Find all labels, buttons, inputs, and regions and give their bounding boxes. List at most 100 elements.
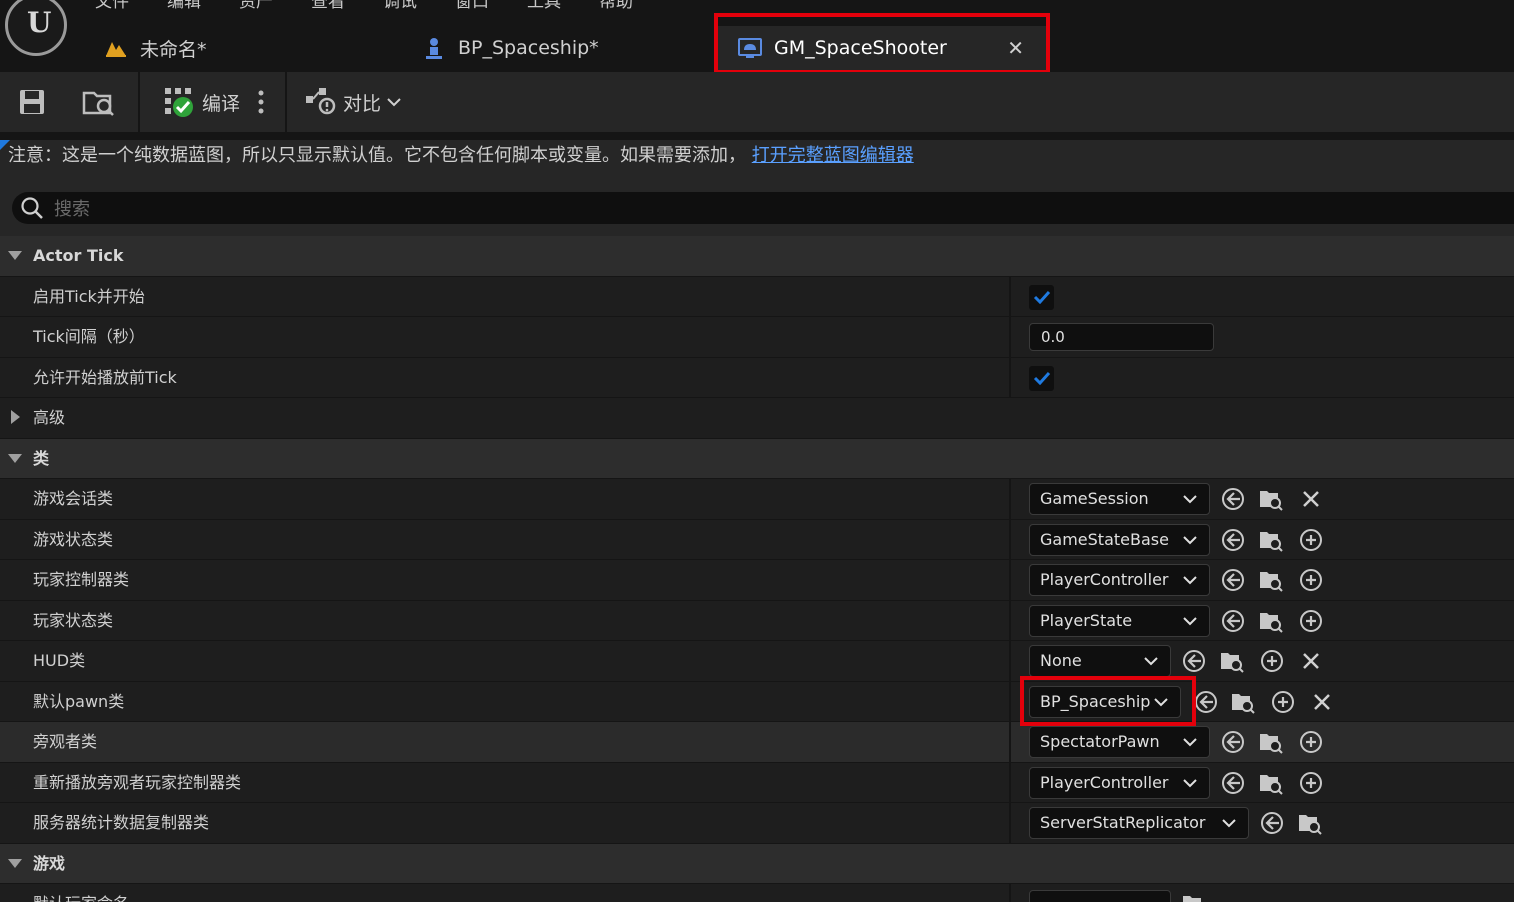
use-selected-icon[interactable] xyxy=(1220,567,1246,593)
browse-asset-icon[interactable] xyxy=(1258,527,1284,553)
use-selected-icon[interactable] xyxy=(1259,810,1285,836)
game-state-combo[interactable]: GameStateBase xyxy=(1029,523,1210,556)
category-actor-tick[interactable]: Actor Tick xyxy=(0,236,1514,277)
add-new-icon[interactable] xyxy=(1298,770,1324,796)
tab-level[interactable]: 未命名* xyxy=(104,26,207,70)
browse-asset-icon[interactable] xyxy=(1258,608,1284,634)
open-full-editor-link[interactable]: 打开完整蓝图编辑器 xyxy=(752,145,914,166)
player-state-combo[interactable]: PlayerState xyxy=(1029,604,1210,637)
menu-help[interactable]: 帮助 xyxy=(599,0,633,12)
tick-interval-input[interactable]: 0.0 xyxy=(1029,323,1214,351)
tab-gm-spaceshooter[interactable]: GM_SpaceShooter ✕ xyxy=(716,26,1046,70)
browse-button[interactable] xyxy=(82,82,116,122)
unreal-logo-icon[interactable]: U xyxy=(5,0,67,56)
column-divider[interactable] xyxy=(1009,317,1011,357)
use-selected-icon[interactable] xyxy=(1193,689,1219,715)
use-selected-icon[interactable] xyxy=(1220,527,1246,553)
browse-asset-icon[interactable] xyxy=(1258,486,1284,512)
property-label: 游戏会话类 xyxy=(33,489,114,508)
category-title: 游戏 xyxy=(33,853,66,873)
spectator-combo[interactable]: SpectatorPawn xyxy=(1029,726,1210,758)
add-new-icon[interactable] xyxy=(1270,689,1296,715)
use-selected-icon[interactable] xyxy=(1220,770,1246,796)
add-new-icon[interactable] xyxy=(1259,648,1285,674)
default-player-name-input[interactable] xyxy=(1029,890,1171,902)
save-button[interactable] xyxy=(18,82,46,122)
property-row-server-stat: 服务器统计数据复制器类 ServerStatReplicator xyxy=(0,803,1514,844)
add-new-icon[interactable] xyxy=(1298,527,1324,553)
menu-file[interactable]: 文件 xyxy=(95,0,129,12)
browse-asset-icon[interactable] xyxy=(1297,810,1323,836)
player-controller-combo[interactable]: PlayerController xyxy=(1029,564,1210,596)
clear-icon[interactable] xyxy=(1298,486,1324,512)
replay-spectator-combo[interactable]: PlayerController xyxy=(1029,766,1210,799)
game-session-combo[interactable]: GameSession xyxy=(1029,483,1210,515)
add-new-icon[interactable] xyxy=(1298,567,1324,593)
property-label: 旁观者类 xyxy=(33,732,98,751)
browse-asset-icon[interactable] xyxy=(1258,770,1284,796)
property-row-player-state: 玩家状态类 PlayerState xyxy=(0,600,1514,641)
chevron-down-icon xyxy=(1183,495,1197,504)
menu-asset[interactable]: 资产 xyxy=(239,0,273,12)
browse-asset-icon[interactable] xyxy=(1219,648,1245,674)
property-row-allow-tick-before-play: 允许开始播放前Tick xyxy=(0,357,1514,398)
expand-caret-icon[interactable] xyxy=(11,410,20,424)
use-selected-icon[interactable] xyxy=(1220,729,1246,755)
subcategory-label: 高级 xyxy=(33,408,66,427)
title-bar: U 文件 编辑 资产 查看 调试 窗口 工具 帮助 未命名* BP_Spaces… xyxy=(0,0,1514,72)
column-divider[interactable] xyxy=(1009,276,1011,316)
toolbar-separator xyxy=(138,72,140,132)
column-divider[interactable] xyxy=(1009,357,1011,397)
browse-asset-icon[interactable] xyxy=(1181,891,1207,902)
default-pawn-combo[interactable]: BP_Spaceship xyxy=(1029,685,1181,718)
tab-bp-spaceship[interactable]: BP_Spaceship* xyxy=(422,26,599,70)
chevron-down-icon xyxy=(1183,576,1197,585)
column-divider[interactable] xyxy=(1009,479,1011,519)
browse-asset-icon[interactable] xyxy=(1258,729,1284,755)
menu-edit[interactable]: 编辑 xyxy=(167,0,201,12)
diff-button[interactable]: 对比 xyxy=(305,82,401,122)
search-input[interactable]: 搜索 xyxy=(12,192,1514,224)
allow-tick-before-play-checkbox[interactable] xyxy=(1029,365,1054,391)
expand-caret-icon[interactable] xyxy=(8,858,22,868)
compile-options-button[interactable] xyxy=(255,82,267,122)
pawn-blueprint-icon xyxy=(422,36,446,60)
column-divider[interactable] xyxy=(1009,519,1011,559)
menu-tools[interactable]: 工具 xyxy=(527,0,561,12)
browse-asset-icon[interactable] xyxy=(1230,689,1256,715)
category-game[interactable]: 游戏 xyxy=(0,843,1514,884)
column-divider[interactable] xyxy=(1009,722,1011,762)
column-divider[interactable] xyxy=(1009,803,1011,843)
hud-combo[interactable]: None xyxy=(1029,645,1171,677)
property-row-replay-spectator: 重新播放旁观者玩家控制器类 PlayerController xyxy=(0,762,1514,803)
column-divider[interactable] xyxy=(1009,560,1011,600)
use-selected-icon[interactable] xyxy=(1220,486,1246,512)
column-divider[interactable] xyxy=(1009,641,1011,681)
column-divider[interactable] xyxy=(1009,600,1011,640)
start-with-tick-checkbox[interactable] xyxy=(1029,284,1054,310)
expand-caret-icon[interactable] xyxy=(8,251,22,260)
add-new-icon[interactable] xyxy=(1298,608,1324,634)
add-new-icon[interactable] xyxy=(1298,729,1324,755)
save-icon xyxy=(18,88,46,116)
advanced-subcategory[interactable]: 高级 xyxy=(0,398,1514,439)
menu-debug[interactable]: 调试 xyxy=(383,0,417,12)
column-divider[interactable] xyxy=(1009,681,1011,721)
column-divider[interactable] xyxy=(1009,884,1011,902)
server-stat-combo[interactable]: ServerStatReplicator xyxy=(1029,807,1249,839)
menu-view[interactable]: 查看 xyxy=(311,0,345,12)
expand-caret-icon[interactable] xyxy=(8,453,22,463)
more-options-icon xyxy=(255,89,267,115)
clear-icon[interactable] xyxy=(1298,648,1324,674)
property-label: 游戏状态类 xyxy=(33,529,114,549)
use-selected-icon[interactable] xyxy=(1181,648,1207,674)
property-row-default-player-name: 默认玩家命名 xyxy=(0,884,1514,902)
menu-window[interactable]: 窗口 xyxy=(455,0,489,12)
clear-icon[interactable] xyxy=(1309,689,1335,715)
compile-button[interactable]: 编译 xyxy=(164,82,240,122)
use-selected-icon[interactable] xyxy=(1220,608,1246,634)
category-classes[interactable]: 类 xyxy=(0,438,1514,479)
browse-asset-icon[interactable] xyxy=(1258,567,1284,593)
column-divider[interactable] xyxy=(1009,762,1011,802)
close-icon[interactable]: ✕ xyxy=(1007,36,1024,60)
